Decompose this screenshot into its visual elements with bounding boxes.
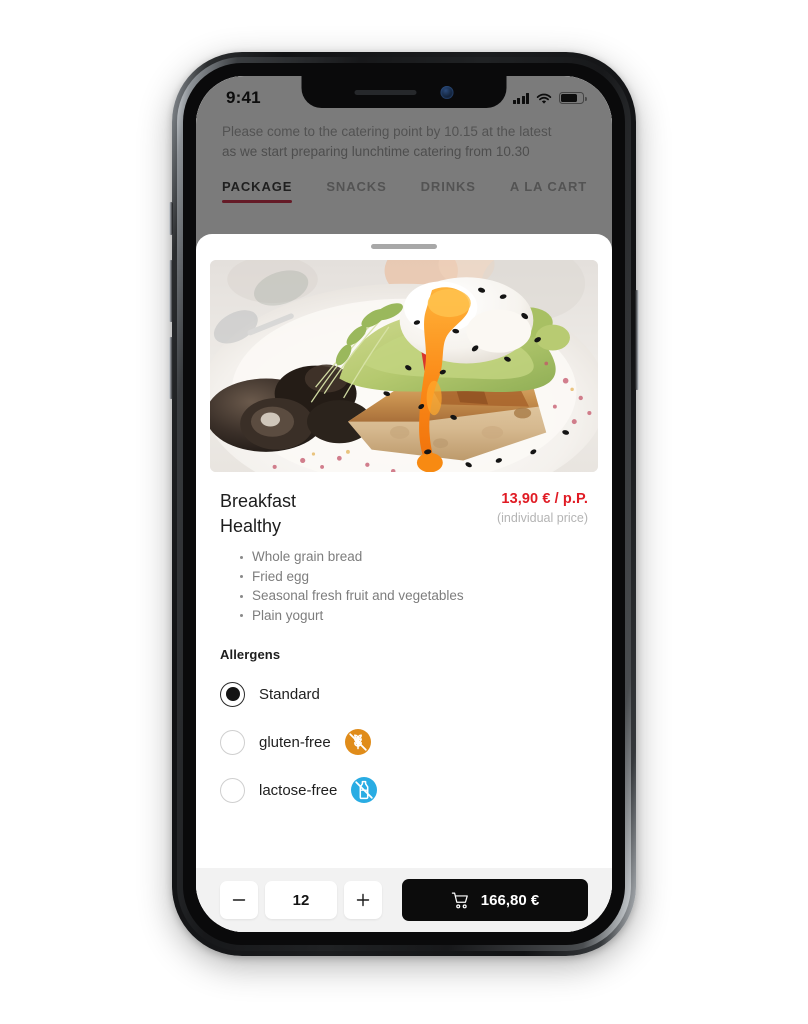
list-item: Seasonal fresh fruit and vegetables — [240, 586, 588, 606]
quantity-stepper: 12 — [220, 881, 382, 919]
plus-icon — [356, 893, 370, 907]
quantity-value[interactable]: 12 — [265, 881, 337, 919]
product-name-line2: Healthy — [220, 516, 282, 536]
order-action-bar: 12 166,80 € — [196, 868, 612, 932]
product-hero-image — [210, 260, 598, 472]
ingredient-list: Whole grain bread Fried egg Seasonal fre… — [220, 547, 588, 625]
no-gluten-wheat-icon — [344, 729, 371, 755]
product-name-line1: Breakfast — [220, 491, 297, 511]
volume-up-button[interactable] — [169, 260, 173, 322]
radio-standard[interactable] — [220, 681, 245, 707]
allergens-heading: Allergens — [220, 647, 281, 662]
front-camera-icon — [440, 85, 454, 99]
product-name: Breakfast Healthy — [220, 489, 296, 539]
catering-app: Please come to the catering point by 10.… — [196, 76, 612, 932]
wifi-icon — [536, 92, 552, 104]
allergen-option-label: lactose-free — [259, 781, 338, 799]
decrement-quantity-button[interactable] — [220, 881, 258, 919]
shopping-cart-icon — [451, 891, 468, 908]
product-price-block: 13,90 € / p.P. (individual price) — [497, 489, 588, 525]
product-price: 13,90 € / p.P. — [501, 491, 588, 507]
food-photo-illustration — [210, 260, 598, 472]
list-item: Whole grain bread — [240, 547, 588, 567]
radio-lactose-free[interactable] — [220, 777, 245, 803]
product-detail-sheet: Breakfast Healthy 13,90 € / p.P. (indivi… — [196, 234, 612, 932]
phone-screen: Please come to the catering point by 10.… — [196, 76, 612, 932]
power-button[interactable] — [635, 290, 639, 390]
battery-icon — [559, 92, 587, 104]
volume-down-button[interactable] — [169, 337, 173, 399]
list-item: Plain yogurt — [240, 606, 588, 626]
add-to-cart-button[interactable]: 166,80 € — [402, 879, 588, 921]
device-notch — [301, 76, 507, 108]
allergen-options: Standard gluten-free lactose-free — [220, 670, 588, 814]
product-info: Breakfast Healthy 13,90 € / p.P. (indivi… — [196, 472, 612, 814]
minus-icon — [232, 899, 246, 901]
status-bar-time: 9:41 — [226, 88, 261, 107]
cart-total-label: 166,80 € — [480, 891, 540, 909]
increment-quantity-button[interactable] — [344, 881, 382, 919]
earpiece-speaker-icon — [354, 89, 417, 95]
sheet-scroll-area[interactable]: Breakfast Healthy 13,90 € / p.P. (indivi… — [196, 249, 612, 868]
allergen-option-gluten-free[interactable]: gluten-free — [220, 718, 588, 766]
allergen-option-label: Standard — [259, 685, 320, 703]
phone-device-frame: Please come to the catering point by 10.… — [169, 52, 639, 956]
allergen-option-lactose-free[interactable]: lactose-free — [220, 766, 588, 814]
screenshot-stage: Please come to the catering point by 10.… — [0, 0, 808, 1024]
phone-body: Please come to the catering point by 10.… — [183, 63, 625, 945]
product-price-note: (individual price) — [496, 511, 588, 525]
no-lactose-bottle-icon — [351, 777, 378, 803]
allergen-option-standard[interactable]: Standard — [220, 670, 588, 718]
status-bar-indicators — [512, 92, 587, 104]
radio-gluten-free[interactable] — [220, 729, 245, 755]
cellular-bars-icon — [512, 93, 529, 104]
allergen-option-label: gluten-free — [259, 733, 331, 751]
list-item: Fried egg — [240, 567, 588, 587]
product-title-row: Breakfast Healthy 13,90 € / p.P. (indivi… — [220, 489, 588, 539]
mute-switch-button[interactable] — [169, 202, 173, 235]
